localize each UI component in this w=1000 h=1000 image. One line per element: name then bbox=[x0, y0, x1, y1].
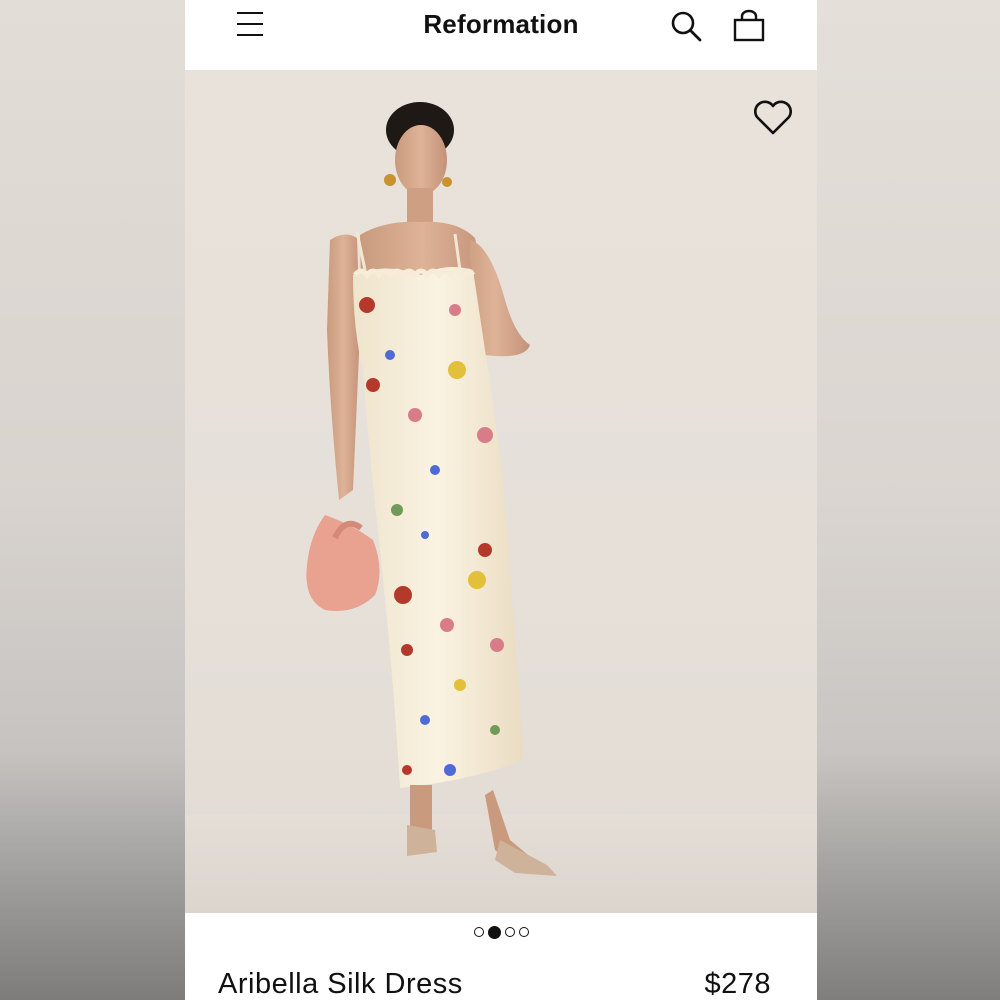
favorite-heart-icon[interactable] bbox=[751, 98, 795, 138]
product-name: Aribella Silk Dress bbox=[218, 968, 463, 1000]
carousel-dot-2-active[interactable] bbox=[487, 925, 501, 939]
backdrop-left bbox=[0, 0, 185, 1000]
mobile-screen: Reformation Aribella Silk Dress $278 bbox=[185, 0, 817, 1000]
product-photo bbox=[306, 102, 557, 876]
carousel-dot-4[interactable] bbox=[518, 927, 529, 937]
backdrop-right bbox=[817, 0, 1000, 1000]
search-icon[interactable] bbox=[668, 8, 704, 44]
top-nav-bar: Reformation bbox=[185, 0, 817, 70]
product-price: $278 bbox=[704, 968, 771, 1000]
carousel-dot-3[interactable] bbox=[504, 927, 515, 937]
brand-logo[interactable]: Reformation bbox=[185, 9, 817, 40]
product-image-carousel[interactable] bbox=[185, 70, 817, 913]
shopping-bag-icon[interactable] bbox=[731, 8, 767, 44]
carousel-dot-1[interactable] bbox=[473, 927, 484, 937]
carousel-pagination bbox=[185, 922, 817, 944]
